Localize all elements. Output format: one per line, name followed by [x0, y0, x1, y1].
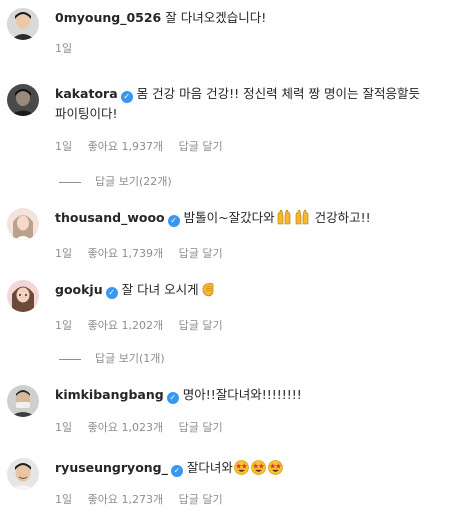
avatar[interactable] — [7, 385, 39, 417]
comment-meta: 1일 좋아요 1,937개 답글 달기 — [55, 138, 442, 154]
verified-badge-icon: ✓ — [167, 215, 180, 227]
verified-badge-icon: ✓ — [166, 392, 179, 404]
comment-line: thousand_wooo ✓ 밤톨이~잘갔다와 건강하고!! — [55, 208, 442, 231]
comment-time: 1일 — [55, 493, 73, 506]
username-link[interactable]: ryuseungryong_ — [55, 460, 168, 475]
comment-time: 1일 — [55, 319, 73, 332]
comment-time: 1일 — [55, 247, 73, 260]
star-struck-emoji-icon — [251, 460, 266, 481]
divider — [59, 358, 81, 360]
comment-body: kimkibangbang ✓ 명아!!잘다녀와!!!!!!!! 1일 좋아요 1,… — [55, 385, 442, 435]
verified-badge-icon: ✓ — [170, 465, 183, 477]
comment-list: 0myoung_0526 잘 다녀오겠습니다! 1일 kakatora ✓ 몸 건강… — [0, 0, 450, 514]
likes-count[interactable]: 좋아요 1,202개 — [88, 319, 163, 332]
username-link[interactable]: thousand_wooo — [55, 210, 165, 225]
comment-meta: 1일 좋아요 1,023개 답글 달기 — [55, 419, 442, 435]
likes-count[interactable]: 좋아요 1,739개 — [88, 247, 163, 260]
reply-button[interactable]: 답글 달기 — [179, 493, 223, 506]
avatar[interactable] — [7, 208, 39, 240]
username-link[interactable]: kimkibangbang — [55, 387, 164, 402]
reply-button[interactable]: 답글 달기 — [179, 319, 223, 332]
view-replies-label: 답글 보기(22개) — [95, 175, 172, 188]
username-link[interactable]: 0myoung_0526 — [55, 10, 161, 25]
comment-time: 1일 — [55, 42, 73, 55]
comment-text: 밤톨이~잘갔다와 — [183, 210, 275, 225]
comment-meta: 1일 좋아요 1,739개 답글 달기 — [55, 245, 442, 261]
verified-badge-icon: ✓ — [120, 91, 133, 103]
reply-button[interactable]: 답글 달기 — [179, 140, 223, 153]
comment-meta: 1일 좋아요 1,273개 답글 달기 — [55, 491, 442, 507]
reply-button[interactable]: 답글 달기 — [179, 421, 223, 434]
clapping-hand-emoji-icon — [200, 281, 216, 303]
raising-hands-emoji-icon — [294, 209, 310, 231]
avatar[interactable] — [7, 280, 39, 312]
comment-text: 잘 다녀오겠습니다! — [165, 10, 267, 25]
avatar[interactable] — [7, 8, 39, 40]
comment-line: 0myoung_0526 잘 다녀오겠습니다! — [55, 8, 442, 28]
comment-text: 명아!!잘다녀와!!!!!!!! — [182, 387, 302, 402]
comment-body: kakatora ✓ 몸 건강 마음 건강!! 정신력 체력 짱 명이는 잘적응할듯… — [55, 84, 442, 154]
comment-line: gookju ✓ 잘 다녀 오시게 — [55, 280, 442, 303]
likes-count[interactable]: 좋아요 1,937개 — [88, 140, 163, 153]
comment-body: 0myoung_0526 잘 다녀오겠습니다! 1일 — [55, 8, 442, 56]
comment-body: ryuseungryong_ ✓ 잘다녀와 1일 좋아요 1,273개 답글 달기 — [55, 458, 442, 507]
comment-meta: 1일 좋아요 1,202개 답글 달기 — [55, 317, 442, 333]
comment-text: 잘 다녀 오시게 — [121, 282, 199, 297]
divider — [59, 181, 81, 183]
comment-line: kimkibangbang ✓ 명아!!잘다녀와!!!!!!!! — [55, 385, 442, 405]
star-struck-emoji-icon — [234, 460, 249, 481]
star-struck-emoji-icon — [268, 460, 283, 481]
avatar[interactable] — [7, 84, 39, 116]
avatar[interactable] — [7, 458, 39, 490]
view-replies-button[interactable]: 답글 보기(22개) — [59, 173, 172, 189]
comment-line: ryuseungryong_ ✓ 잘다녀와 — [55, 458, 442, 481]
comment-body: gookju ✓ 잘 다녀 오시게 1일 좋아요 1,202개 답글 달기 — [55, 280, 442, 333]
comment-body: thousand_wooo ✓ 밤톨이~잘갔다와 건강하고!! 1일 좋아요 1,7… — [55, 208, 442, 261]
comment-time: 1일 — [55, 140, 73, 153]
view-replies-button[interactable]: 답글 보기(1개) — [59, 350, 165, 366]
comment-meta: 1일 — [55, 40, 442, 56]
comment-text: 잘다녀와 — [186, 460, 233, 475]
raising-hands-emoji-icon — [276, 209, 292, 231]
comment-line: kakatora ✓ 몸 건강 마음 건강!! 정신력 체력 짱 명이는 잘적응할듯… — [55, 84, 442, 124]
username-link[interactable]: kakatora — [55, 86, 118, 101]
reply-button[interactable]: 답글 달기 — [179, 247, 223, 260]
verified-badge-icon: ✓ — [105, 287, 118, 299]
likes-count[interactable]: 좋아요 1,023개 — [88, 421, 163, 434]
view-replies-label: 답글 보기(1개) — [95, 352, 165, 365]
comment-time: 1일 — [55, 421, 73, 434]
username-link[interactable]: gookju — [55, 282, 103, 297]
likes-count[interactable]: 좋아요 1,273개 — [88, 493, 163, 506]
comment-text-after: 건강하고!! — [310, 210, 371, 225]
